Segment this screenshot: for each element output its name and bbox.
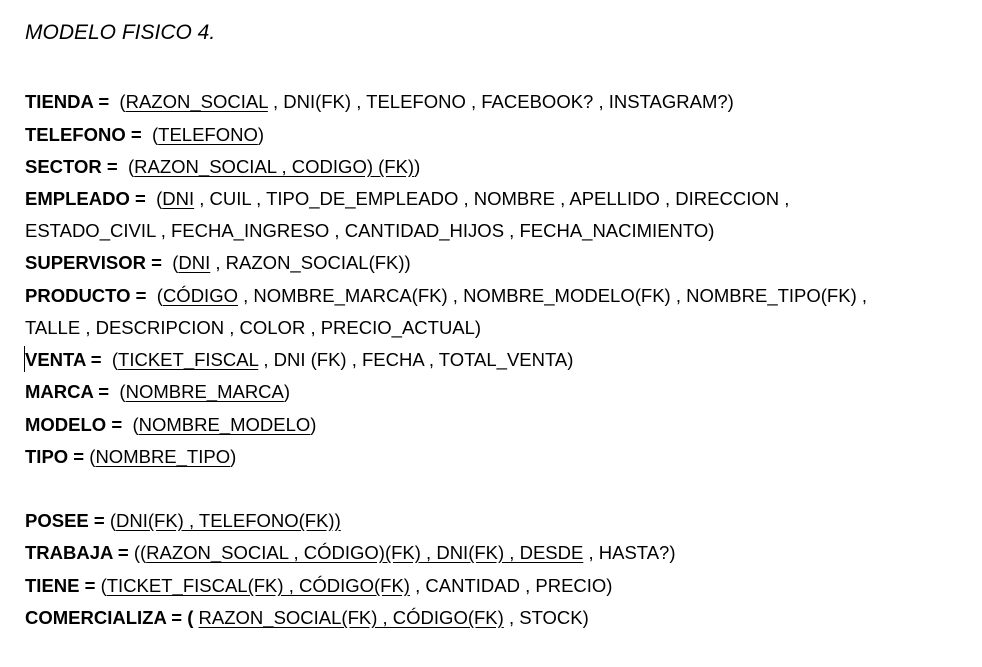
key-attribute: TICKET_FISCAL xyxy=(118,349,259,370)
schema-line: SUPERVISOR = (DNI , RAZON_SOCIAL(FK)) xyxy=(25,250,411,276)
equals-sign: = xyxy=(145,252,173,273)
table-name: COMERCIALIZA xyxy=(25,607,167,628)
table-name: TIENE xyxy=(25,575,80,596)
schema-line: TRABAJA = ((RAZON_SOCIAL , CÓDIGO)(FK) ,… xyxy=(25,540,676,566)
attribute-text: , RAZON_SOCIAL(FK)) xyxy=(210,252,411,273)
schema-line: ESTADO_CIVIL , FECHA_INGRESO , CANTIDAD_… xyxy=(25,218,714,244)
attribute-text: , NOMBRE_MARCA(FK) , NOMBRE_MODELO(FK) ,… xyxy=(237,285,868,306)
attribute-text: TALLE , DESCRIPCION , COLOR , PRECIO_ACT… xyxy=(25,317,482,338)
attribute-text: ) xyxy=(257,124,265,145)
key-attribute: NOMBRE_TIPO xyxy=(95,446,231,467)
table-name: SUPERVISOR xyxy=(25,252,146,273)
key-attribute: NOMBRE_MODELO xyxy=(138,414,311,435)
key-attribute: DNI xyxy=(162,188,195,209)
table-name: POSEE xyxy=(25,510,89,531)
table-name: SECTOR xyxy=(25,156,102,177)
attribute-text: (( xyxy=(133,542,147,563)
table-name: EMPLEADO xyxy=(25,188,130,209)
schema-line: TIPO = (NOMBRE_TIPO) xyxy=(25,444,236,470)
equals-sign: = xyxy=(129,188,157,209)
key-attribute: RAZON_SOCIAL , CÓDIGO)(FK) , DNI(FK) , D… xyxy=(146,542,584,563)
table-name: TIENDA xyxy=(25,91,94,112)
table-name: TRABAJA xyxy=(25,542,113,563)
equals-sign: = xyxy=(125,124,152,145)
schema-line: POSEE = (DNI(FK) , TELEFONO(FK)) xyxy=(25,508,341,534)
key-attribute: DNI xyxy=(178,252,211,273)
key-attribute: NOMBRE_MARCA xyxy=(125,381,284,402)
attribute-text: , CUIL , TIPO_DE_EMPLEADO , NOMBRE , APE… xyxy=(194,188,790,209)
table-name: TIPO xyxy=(25,446,69,467)
attribute-text: , STOCK) xyxy=(503,607,589,628)
equals-sign: = xyxy=(68,446,90,467)
attribute-text: , CANTIDAD , PRECIO) xyxy=(409,575,613,596)
equals-sign: = xyxy=(101,156,128,177)
equals-sign: = xyxy=(106,414,133,435)
equals-sign: = xyxy=(85,349,112,370)
table-name: MODELO xyxy=(25,414,107,435)
attribute-text: , DNI (FK) , FECHA , TOTAL_VENTA) xyxy=(258,349,574,370)
attribute-text: ESTADO_CIVIL , FECHA_INGRESO , CANTIDAD_… xyxy=(25,220,715,241)
key-attribute: TELEFONO xyxy=(158,124,258,145)
key-attribute: RAZON_SOCIAL xyxy=(125,91,268,112)
table-name: VENTA xyxy=(25,349,86,370)
table-name: MARCA xyxy=(25,381,94,402)
schema-line: EMPLEADO = (DNI , CUIL , TIPO_DE_EMPLEAD… xyxy=(25,186,789,212)
schema-line: TALLE , DESCRIPCION , COLOR , PRECIO_ACT… xyxy=(25,315,481,341)
key-attribute: TICKET_FISCAL(FK) , CÓDIGO(FK) xyxy=(106,575,410,596)
attribute-text: ) xyxy=(230,446,237,467)
schema-line: TIENE = (TICKET_FISCAL(FK) , CÓDIGO(FK) … xyxy=(25,573,612,599)
equals-sign: = xyxy=(93,91,120,112)
key-attribute: RAZON_SOCIAL , CODIGO) (FK) xyxy=(134,156,415,177)
equals-sign: = ( xyxy=(166,607,199,628)
schema-line: TIENDA = (RAZON_SOCIAL , DNI(FK) , TELEF… xyxy=(25,89,734,115)
key-attribute: DNI(FK) , TELEFONO(FK)) xyxy=(116,510,341,531)
schema-line: TELEFONO = (TELEFONO) xyxy=(25,122,264,148)
schema-line: VENTA = (TICKET_FISCAL , DNI (FK) , FECH… xyxy=(25,347,573,373)
attribute-text: ) xyxy=(414,156,421,177)
equals-sign: = xyxy=(130,285,157,306)
schema-line: COMERCIALIZA = ( RAZON_SOCIAL(FK) , CÓDI… xyxy=(25,605,589,631)
key-attribute: RAZON_SOCIAL(FK) , CÓDIGO(FK) xyxy=(198,607,504,628)
attribute-text: , HASTA?) xyxy=(583,542,676,563)
attribute-text: ) xyxy=(283,381,291,402)
equals-sign: = xyxy=(88,510,110,531)
attribute-text: , DNI(FK) , TELEFONO , FACEBOOK? , INSTA… xyxy=(267,91,734,112)
attribute-text: ) xyxy=(310,414,317,435)
text-cursor xyxy=(24,346,25,372)
document-title: MODELO FISICO 4. xyxy=(25,21,216,44)
equals-sign: = xyxy=(93,381,120,402)
equals-sign: = xyxy=(112,542,134,563)
schema-line: PRODUCTO = (CÓDIGO , NOMBRE_MARCA(FK) , … xyxy=(25,283,867,309)
schema-line: MARCA = (NOMBRE_MARCA) xyxy=(25,379,290,405)
table-name: TELEFONO xyxy=(25,124,126,145)
equals-sign: = xyxy=(79,575,101,596)
table-name: PRODUCTO xyxy=(25,285,131,306)
schema-line: MODELO = (NOMBRE_MODELO) xyxy=(25,412,316,438)
key-attribute: CÓDIGO xyxy=(162,285,238,306)
schema-line: SECTOR = (RAZON_SOCIAL , CODIGO) (FK)) xyxy=(25,154,420,180)
